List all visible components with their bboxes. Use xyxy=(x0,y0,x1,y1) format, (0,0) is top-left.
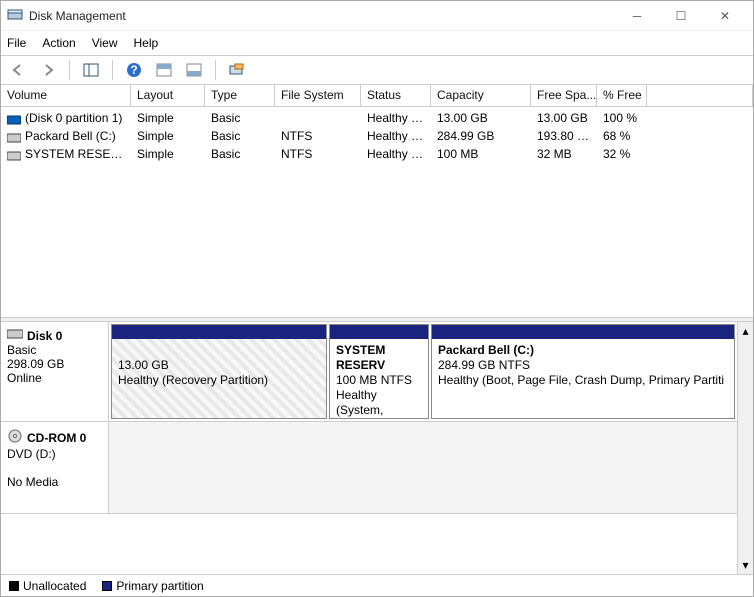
partition-header-bar xyxy=(432,325,734,339)
partition-title: Packard Bell (C:) xyxy=(438,343,534,357)
cell-capacity: 13.00 GB xyxy=(431,111,531,125)
legend-primary: Primary partition xyxy=(116,579,203,593)
cell-capacity: 100 MB xyxy=(431,147,531,161)
disk-kind: Basic xyxy=(7,343,102,357)
col-free[interactable]: Free Spa... xyxy=(531,85,597,106)
col-status[interactable]: Status xyxy=(361,85,431,106)
drive-icon xyxy=(7,132,21,142)
titlebar: Disk Management ─ ☐ ✕ xyxy=(1,1,753,31)
cell-fs: NTFS xyxy=(275,147,361,161)
partition-header-bar xyxy=(112,325,326,339)
menu-help[interactable]: Help xyxy=(134,36,159,50)
svg-text:?: ? xyxy=(130,63,137,77)
app-icon xyxy=(7,8,23,24)
volume-name: (Disk 0 partition 1) xyxy=(25,111,122,125)
column-headers: Volume Layout Type File System Status Ca… xyxy=(1,85,753,107)
cell-free: 193.80 GB xyxy=(531,129,597,143)
disk-icon xyxy=(7,328,23,343)
cell-layout: Simple xyxy=(131,129,205,143)
col-pfree[interactable]: % Free xyxy=(597,85,647,106)
volume-list: (Disk 0 partition 1) Simple Basic Health… xyxy=(1,107,753,317)
cell-fs: NTFS xyxy=(275,129,361,143)
cell-status: Healthy (S... xyxy=(361,147,431,161)
cell-pfree: 32 % xyxy=(597,147,647,161)
cell-free: 32 MB xyxy=(531,147,597,161)
partition-sub: 100 MB NTFS xyxy=(336,373,412,387)
maximize-button[interactable]: ☐ xyxy=(659,2,703,30)
back-button[interactable] xyxy=(7,59,29,81)
settings-button[interactable] xyxy=(226,59,248,81)
cell-pfree: 68 % xyxy=(597,129,647,143)
cell-type: Basic xyxy=(205,129,275,143)
disk-size: 298.09 GB xyxy=(7,357,102,371)
disk-state: Online xyxy=(7,371,102,385)
partition-status: Healthy (Recovery Partition) xyxy=(118,373,268,387)
disk-label[interactable]: CD-ROM 0 DVD (D:) No Media xyxy=(1,422,109,513)
table-row[interactable]: (Disk 0 partition 1) Simple Basic Health… xyxy=(1,109,753,127)
legend-unallocated: Unallocated xyxy=(23,579,86,593)
swatch-unallocated xyxy=(9,581,19,591)
close-button[interactable]: ✕ xyxy=(703,2,747,30)
partition-system-reserved[interactable]: SYSTEM RESERV100 MB NTFSHealthy (System, xyxy=(329,324,429,419)
disk-label[interactable]: Disk 0 Basic 298.09 GB Online xyxy=(1,322,109,421)
cell-type: Basic xyxy=(205,147,275,161)
partition-recovery[interactable]: 13.00 GBHealthy (Recovery Partition) xyxy=(111,324,327,419)
cell-type: Basic xyxy=(205,111,275,125)
vertical-scrollbar[interactable]: ▴ ▾ xyxy=(737,322,753,574)
disk-row-disk0: Disk 0 Basic 298.09 GB Online 13.00 GBHe… xyxy=(1,322,737,422)
menu-file[interactable]: File xyxy=(7,36,26,50)
view-top-button[interactable] xyxy=(153,59,175,81)
col-filesystem[interactable]: File System xyxy=(275,85,361,106)
help-button[interactable]: ? xyxy=(123,59,145,81)
partition-header-bar xyxy=(330,325,428,339)
partition-sub: 284.99 GB NTFS xyxy=(438,358,530,372)
toolbar: ? xyxy=(1,55,753,85)
legend: Unallocated Primary partition xyxy=(1,574,753,596)
view-bottom-button[interactable] xyxy=(183,59,205,81)
cell-status: Healthy (B... xyxy=(361,129,431,143)
col-volume[interactable]: Volume xyxy=(1,85,131,106)
cell-layout: Simple xyxy=(131,147,205,161)
cdrom-empty-area xyxy=(109,422,737,513)
disk-row-cdrom: CD-ROM 0 DVD (D:) No Media xyxy=(1,422,737,514)
show-hide-tree-button[interactable] xyxy=(80,59,102,81)
cell-pfree: 100 % xyxy=(597,111,647,125)
table-row[interactable]: Packard Bell (C:) Simple Basic NTFS Heal… xyxy=(1,127,753,145)
drive-icon xyxy=(7,150,21,160)
cdrom-state: No Media xyxy=(7,475,102,489)
partition-size: 13.00 GB xyxy=(118,358,169,372)
drive-icon xyxy=(7,114,21,124)
cell-status: Healthy (R... xyxy=(361,111,431,125)
col-type[interactable]: Type xyxy=(205,85,275,106)
cell-layout: Simple xyxy=(131,111,205,125)
menu-action[interactable]: Action xyxy=(42,36,75,50)
scroll-up-icon[interactable]: ▴ xyxy=(742,324,748,338)
forward-button[interactable] xyxy=(37,59,59,81)
disk-name: Disk 0 xyxy=(27,329,62,343)
partition-status: Healthy (System, xyxy=(336,388,383,417)
col-layout[interactable]: Layout xyxy=(131,85,205,106)
partition-status: Healthy (Boot, Page File, Crash Dump, Pr… xyxy=(438,373,724,387)
partition-title: SYSTEM RESERV xyxy=(336,343,385,372)
minimize-button[interactable]: ─ xyxy=(615,2,659,30)
graphical-view: Disk 0 Basic 298.09 GB Online 13.00 GBHe… xyxy=(1,321,753,574)
partition-packard-bell-c[interactable]: Packard Bell (C:)284.99 GB NTFSHealthy (… xyxy=(431,324,735,419)
cdrom-kind: DVD (D:) xyxy=(7,447,102,461)
cell-capacity: 284.99 GB xyxy=(431,129,531,143)
col-spacer xyxy=(647,85,753,106)
col-capacity[interactable]: Capacity xyxy=(431,85,531,106)
cdrom-icon xyxy=(7,428,23,447)
cell-free: 13.00 GB xyxy=(531,111,597,125)
window-title: Disk Management xyxy=(29,9,615,23)
volume-name: SYSTEM RESERVED xyxy=(25,147,131,161)
table-row[interactable]: SYSTEM RESERVED Simple Basic NTFS Health… xyxy=(1,145,753,163)
cdrom-name: CD-ROM 0 xyxy=(27,431,86,445)
menu-view[interactable]: View xyxy=(92,36,118,50)
volume-name: Packard Bell (C:) xyxy=(25,129,116,143)
menubar: File Action View Help xyxy=(1,31,753,55)
scroll-down-icon[interactable]: ▾ xyxy=(742,558,748,572)
swatch-primary xyxy=(102,581,112,591)
